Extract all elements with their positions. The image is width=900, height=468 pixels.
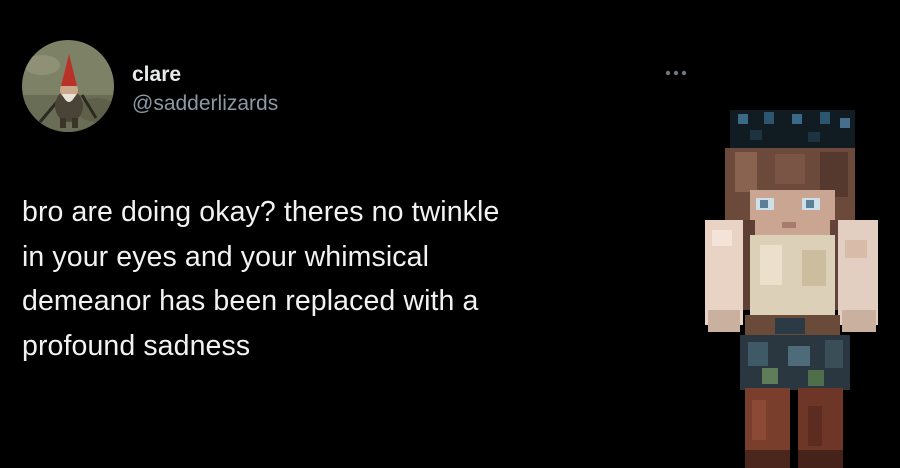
author-display-name[interactable]: clare — [132, 62, 278, 88]
tweet-text-line: in your eyes and your whimsical — [22, 240, 430, 273]
more-options-icon[interactable] — [663, 63, 689, 83]
gnome-avatar-icon[interactable] — [22, 40, 114, 132]
minecraft-character-image — [690, 110, 890, 468]
tweet-text-line: demeanor has been replaced with a — [22, 285, 479, 317]
tweet-text-line: bro are doing okay? theres no twinkle — [22, 196, 500, 228]
author-handle[interactable]: @sadderlizards — [132, 91, 278, 117]
tweet-text-line: profound sadness — [22, 329, 251, 362]
tweet-text: bro are doing okay? theres no twinkle in… — [22, 190, 702, 368]
tweet-author: clare @sadderlizards — [132, 62, 278, 117]
tweet-card: clare @sadderlizards bro are doing okay?… — [0, 0, 900, 468]
